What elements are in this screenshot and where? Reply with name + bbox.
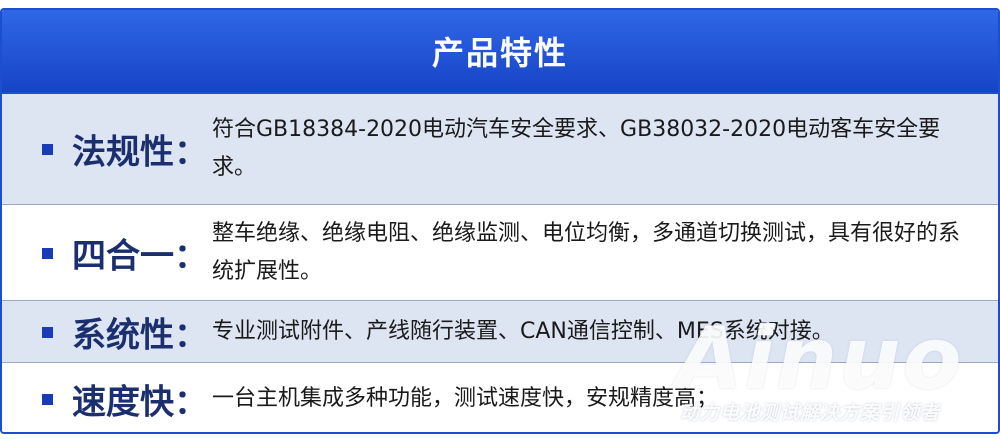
feature-description: 整车绝缘、绝缘电阻、绝缘监测、电位均衡，多通道切换测试，具有很好的系统扩展性。 [212, 220, 961, 284]
feature-row-speed: 速度快： 一台主机集成多种功能，测试速度快，安规精度高； [2, 363, 998, 432]
feature-description: 一台主机集成多种功能，测试速度快，安规精度高； [212, 385, 719, 411]
feature-description: 符合GB18384-2020电动汽车安全要求、GB38032-2020电动客车安… [212, 117, 941, 180]
square-bullet-icon [42, 247, 53, 259]
feature-label: 四合一： [72, 236, 208, 276]
feature-description: 专业测试附件、产线随行装置、CAN通信控制、MES系统对接。 [212, 318, 834, 344]
square-bullet-icon [42, 393, 53, 405]
square-bullet-icon [42, 144, 53, 155]
square-bullet-icon [42, 326, 53, 338]
feature-label: 速度快： [72, 382, 208, 422]
panel-title: 产品特性 [431, 34, 568, 72]
feature-row-four-in-one: 四合一： 整车绝缘、绝缘电阻、绝缘监测、电位均衡，多通道切换测试，具有很好的系统… [2, 205, 998, 301]
panel-header: 产品特性 [2, 10, 998, 94]
feature-row-compliance: 法规性： 符合GB18384-2020电动汽车安全要求、GB38032-2020… [2, 94, 998, 205]
feature-label: 法规性： [72, 132, 208, 173]
feature-row-systematic: 系统性： 专业测试附件、产线随行装置、CAN通信控制、MES系统对接。 [2, 301, 998, 363]
product-features-panel: 产品特性 法规性： 符合GB18384-2020电动汽车安全要求、GB38032… [0, 8, 1000, 434]
feature-label: 系统性： [72, 315, 208, 355]
